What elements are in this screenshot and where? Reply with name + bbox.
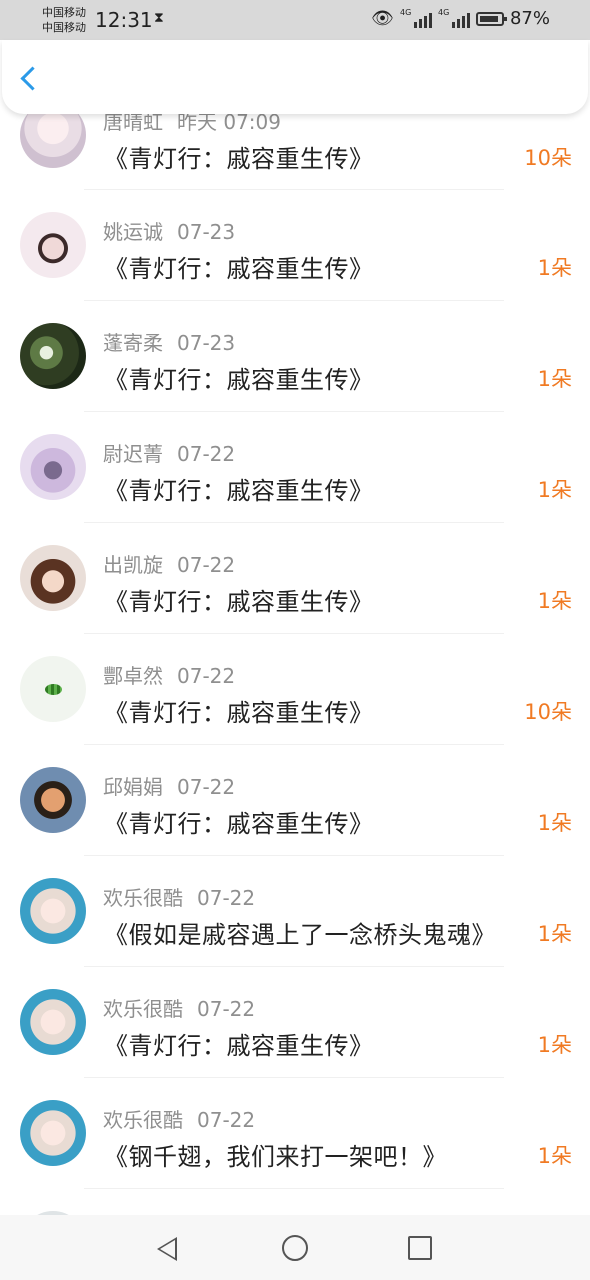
gift-amount: 1朵	[537, 589, 572, 613]
book-title: 《青灯行：戚容重生传》	[104, 1032, 374, 1060]
book-title: 《假如是戚容遇上了一念桥头鬼魂》	[104, 921, 496, 949]
system-navigation-bar	[0, 1215, 590, 1280]
divider	[84, 189, 504, 190]
gift-amount: 10朵	[524, 146, 572, 170]
divider	[84, 411, 504, 412]
send-date: 07-22	[197, 997, 256, 1021]
list-item[interactable]: 出凯旋 07-22 《青灯行：戚容重生传》 1朵	[0, 545, 590, 656]
status-bar: 中国移动 中国移动 12:31 ⧗ 👁 4G 4G 87%	[0, 0, 590, 40]
chevron-left-icon[interactable]	[20, 66, 45, 91]
top-header	[2, 40, 588, 114]
avatar[interactable]	[20, 212, 86, 278]
list-item[interactable]: 蓬寄柔 07-23 《青灯行：戚容重生传》 1朵	[0, 323, 590, 434]
divider	[84, 522, 504, 523]
book-title: 《钢千翅，我们来打一架吧！》	[104, 1143, 447, 1171]
gift-amount: 10朵	[524, 700, 572, 724]
avatar[interactable]	[20, 434, 86, 500]
gift-amount: 1朵	[537, 1033, 572, 1057]
gift-amount: 1朵	[537, 367, 572, 391]
gift-amount: 1朵	[537, 256, 572, 280]
gift-amount: 1朵	[537, 922, 572, 946]
send-date: 07-23	[177, 331, 236, 355]
divider	[84, 1188, 504, 1189]
list-item[interactable]: 欢乐很酷 07-22 《假如是戚容遇上了一念桥头鬼魂》 1朵	[0, 878, 590, 989]
avatar[interactable]	[20, 545, 86, 611]
list-item[interactable]: 姚运诚 07-23 《青灯行：戚容重生传》 1朵	[0, 212, 590, 323]
divider	[84, 855, 504, 856]
avatar[interactable]	[20, 767, 86, 833]
gift-record-list: 唐晴虹 昨天 07:09 《青灯行：戚容重生传》 10朵 姚运诚 07-23 《青灯…	[0, 0, 590, 1215]
send-date: 07-22	[197, 1108, 256, 1132]
book-title: 《青灯行：戚容重生传》	[104, 366, 374, 394]
book-title: 《青灯行：戚容重生传》	[104, 699, 374, 727]
book-title: 《青灯行：戚容重生传》	[104, 477, 374, 505]
recents-square-icon[interactable]	[408, 1236, 432, 1260]
sender-name: 出凯旋 07-22	[103, 553, 236, 577]
list-item[interactable]: 欢乐很酷 07-22 《青灯行：戚容重生传》 1朵	[0, 989, 590, 1100]
back-triangle-icon[interactable]	[157, 1237, 177, 1261]
divider	[84, 1077, 504, 1078]
send-date: 07-22	[177, 664, 236, 688]
signal-icon: 4G	[438, 8, 470, 28]
sender-name: 尉迟菁 07-22	[103, 442, 236, 466]
divider	[84, 744, 504, 745]
list-item[interactable]: 欢乐很酷 07-22 《钢千翅，我们来打一架吧！》 1朵	[0, 1100, 590, 1211]
send-date: 07-22	[197, 886, 256, 910]
send-date: 07-22	[177, 553, 236, 577]
avatar[interactable]	[20, 1100, 86, 1166]
sender-name: 欢乐很酷 07-22	[103, 997, 256, 1021]
avatar[interactable]	[20, 656, 86, 722]
book-title: 《青灯行：戚容重生传》	[104, 255, 374, 283]
carrier-info: 中国移动 中国移动	[42, 6, 86, 34]
gift-amount: 1朵	[537, 1144, 572, 1168]
signal-icon: 4G	[400, 8, 432, 28]
sender-name: 酆卓然 07-22	[103, 664, 236, 688]
book-title: 《青灯行：戚容重生传》	[104, 810, 374, 838]
list-item[interactable]: 酆卓然 07-22 《青灯行：戚容重生传》 10朵	[0, 656, 590, 767]
sender-name: 邱娟娟 07-22	[103, 775, 236, 799]
gift-amount: 1朵	[537, 478, 572, 502]
clock: 12:31	[95, 8, 153, 32]
sender-name: 蓬寄柔 07-23	[103, 331, 236, 355]
book-title: 《青灯行：戚容重生传》	[104, 145, 374, 173]
send-date: 07-22	[177, 775, 236, 799]
book-title: 《青灯行：戚容重生传》	[104, 588, 374, 616]
hourglass-icon: ⧗	[154, 10, 164, 26]
home-circle-icon[interactable]	[282, 1235, 308, 1261]
gift-amount: 1朵	[537, 811, 572, 835]
battery-percent: 87%	[509, 8, 550, 29]
list-item[interactable]: 唐晴虹 昨天 07:09 《青灯行：戚容重生传》 10朵	[0, 102, 590, 213]
divider	[84, 633, 504, 634]
sender-name: 姚运诚 07-23	[103, 220, 236, 244]
list-item[interactable]: 邱娟娟 07-22 《青灯行：戚容重生传》 1朵	[0, 767, 590, 878]
divider	[84, 300, 504, 301]
sender-name: 欢乐很酷 07-22	[103, 1108, 256, 1132]
list-item[interactable]: 尉迟菁 07-22 《青灯行：戚容重生传》 1朵	[0, 434, 590, 545]
avatar[interactable]	[20, 878, 86, 944]
eye-icon: 👁	[371, 8, 394, 29]
sender-name: 欢乐很酷 07-22	[103, 886, 256, 910]
battery-icon	[475, 11, 507, 26]
send-date: 07-22	[177, 442, 236, 466]
divider	[84, 966, 504, 967]
avatar[interactable]	[20, 989, 86, 1055]
avatar[interactable]	[20, 323, 86, 389]
send-date: 07-23	[177, 220, 236, 244]
